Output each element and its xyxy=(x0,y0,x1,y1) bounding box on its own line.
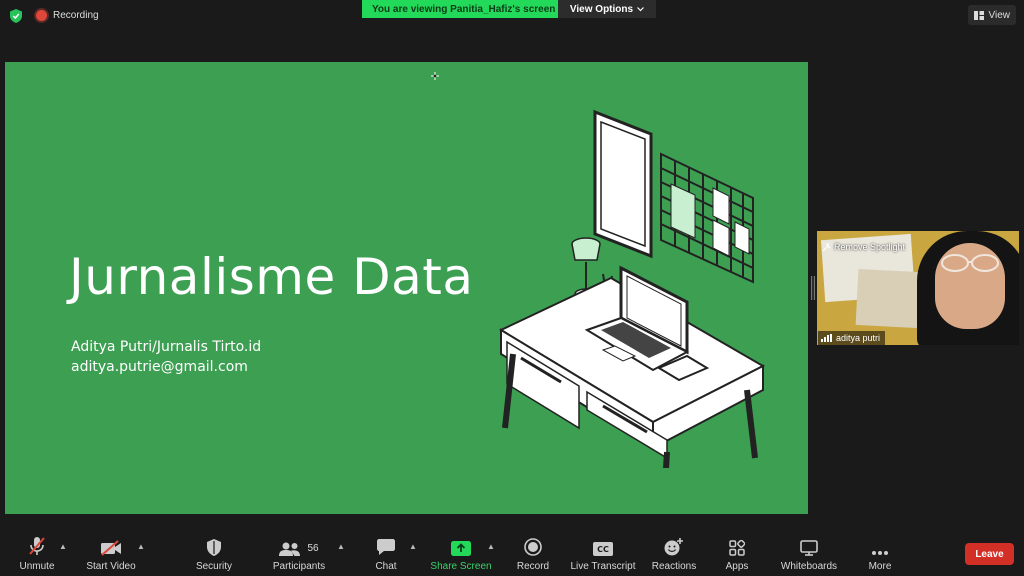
cc-icon: CC xyxy=(593,542,613,556)
chat-icon xyxy=(377,539,395,555)
share-options-caret-icon[interactable]: ▲ xyxy=(487,542,495,551)
whiteboards-label: Whiteboards xyxy=(780,561,838,572)
record-label: Record xyxy=(516,561,550,572)
leave-button[interactable]: Leave xyxy=(965,543,1014,565)
reactions-icon xyxy=(664,538,683,556)
participants-label: Participants xyxy=(272,561,326,572)
live-transcript-label: Live Transcript xyxy=(570,561,636,572)
participants-button[interactable]: 56 Participants xyxy=(268,530,330,576)
start-video-label: Start Video xyxy=(86,561,136,572)
video-off-icon xyxy=(101,540,121,556)
glasses xyxy=(941,254,999,272)
grid-view-icon xyxy=(973,10,984,20)
participant-name-tag: aditya putri xyxy=(818,331,886,345)
apps-button[interactable]: Apps xyxy=(720,530,754,576)
unmute-button[interactable]: Unmute xyxy=(14,530,60,576)
whiteboards-button[interactable]: Whiteboards xyxy=(776,530,842,576)
unmute-label: Unmute xyxy=(19,561,55,572)
mic-muted-icon xyxy=(29,537,45,555)
svg-text:CC: CC xyxy=(597,545,609,554)
participants-options-caret-icon[interactable]: ▲ xyxy=(337,542,345,551)
slide-author: Aditya Putri/Jurnalis Tirto.id xyxy=(71,339,262,355)
share-screen-label: Share Screen xyxy=(430,561,492,572)
signal-strength-icon xyxy=(821,334,832,342)
spotlight-icon xyxy=(822,242,831,251)
viewing-screen-banner: You are viewing Panitia_Hafiz's screen xyxy=(362,0,566,18)
panel-resize-handle[interactable] xyxy=(810,276,816,300)
participants-count: 56 xyxy=(307,543,319,554)
apps-label: Apps xyxy=(725,561,749,572)
slide-title: Jurnalisme Data xyxy=(69,248,474,306)
remove-spotlight-button[interactable]: Remove Spotlight xyxy=(822,242,905,252)
top-bar: Recording You are viewing Panitia_Hafiz'… xyxy=(0,0,1024,32)
security-button[interactable]: Security xyxy=(190,530,238,576)
participants-icon xyxy=(279,542,301,556)
reactions-button[interactable]: Reactions xyxy=(650,530,698,576)
chat-label: Chat xyxy=(375,561,397,572)
video-options-caret-icon[interactable]: ▲ xyxy=(137,542,145,551)
more-label: More xyxy=(868,561,892,572)
record-icon xyxy=(524,538,542,556)
participant-name: aditya putri xyxy=(836,333,881,343)
view-button[interactable]: View xyxy=(967,5,1016,25)
record-button[interactable]: Record xyxy=(512,530,554,576)
reactions-label: Reactions xyxy=(651,561,697,572)
start-video-button[interactable]: Start Video xyxy=(82,530,140,576)
move-cursor-icon xyxy=(431,72,439,80)
live-transcript-button[interactable]: CC Live Transcript xyxy=(568,530,638,576)
more-button[interactable]: More xyxy=(862,530,898,576)
view-label: View xyxy=(988,9,1011,21)
shared-screen: Jurnalisme Data Aditya Putri/Jurnalis Ti… xyxy=(5,62,808,514)
recording-indicator[interactable]: Recording xyxy=(36,10,99,21)
chat-button[interactable]: Chat xyxy=(368,530,404,576)
more-icon xyxy=(872,551,888,555)
recording-label: Recording xyxy=(53,10,99,21)
recording-dot-icon xyxy=(36,10,47,21)
shield-icon xyxy=(207,539,221,556)
security-label: Security xyxy=(195,561,233,572)
share-screen-icon xyxy=(451,541,471,556)
view-options-label: View Options xyxy=(569,3,634,15)
chevron-down-icon xyxy=(637,6,645,11)
desk-illustration xyxy=(498,109,766,468)
slide-email: aditya.putrie@gmail.com xyxy=(71,359,248,375)
meeting-toolbar: Unmute ▲ Start Video ▲ Security 56 Parti… xyxy=(0,530,1024,576)
chat-options-caret-icon[interactable]: ▲ xyxy=(409,542,417,551)
audio-options-caret-icon[interactable]: ▲ xyxy=(59,542,67,551)
view-options-button[interactable]: View Options xyxy=(558,0,656,18)
whiteboard-icon xyxy=(800,540,818,556)
remove-spotlight-label: Remove Spotlight xyxy=(834,242,906,252)
apps-icon xyxy=(729,540,745,556)
encryption-shield-icon[interactable] xyxy=(10,9,22,23)
share-screen-button[interactable]: Share Screen xyxy=(430,530,492,576)
